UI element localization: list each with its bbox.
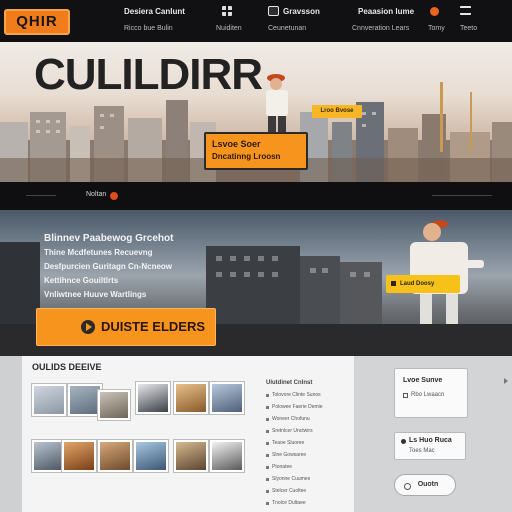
nav-link-3-sub: Ceunetunan bbox=[268, 25, 307, 32]
gallery-thumbnail[interactable] bbox=[98, 390, 130, 420]
banner-text-block: Blinnev Paabewog Grcehot Thine Mcdfetune… bbox=[44, 232, 220, 302]
nav-link-4-sub: Cnnveration Lears bbox=[352, 25, 410, 32]
list-item[interactable]: Slne Gowsaree bbox=[266, 452, 346, 458]
banner-tag-badge[interactable]: Laud Doosy bbox=[386, 275, 460, 293]
banner-line: Desfpurcien Guritagn Cn-Ncneow bbox=[44, 262, 173, 271]
nav-link-5-sub: Tomy bbox=[428, 25, 445, 32]
list-item-label: Slyonne Cuumee bbox=[272, 476, 311, 482]
bullet-icon bbox=[266, 441, 269, 445]
banner-line: Thine Mcdfetunes Recuevng bbox=[44, 248, 153, 257]
gallery-thumbnail[interactable] bbox=[98, 440, 132, 472]
gallery-title: OULIDS DEEIVE bbox=[32, 362, 102, 372]
hero-cta-line2: Dncatinng Lroosn bbox=[212, 151, 281, 161]
hero-tag-badge[interactable]: Lroo Bvose bbox=[312, 105, 362, 118]
checkbox-icon[interactable] bbox=[403, 393, 408, 398]
card-subtitle: Toes Mac bbox=[409, 448, 435, 454]
info-card[interactable]: Lvoe Sunve Rbo Lwaacn bbox=[394, 368, 468, 418]
section-divider-strip: Noltan bbox=[0, 182, 512, 210]
card-subtitle: Rbo Lwaacn bbox=[411, 392, 445, 398]
card-title: Lvoe Sunve bbox=[403, 377, 443, 384]
bullet-icon bbox=[266, 405, 269, 409]
gallery-list-heading: Ulutdinet Cnlnst bbox=[266, 380, 313, 386]
promo-banner: Blinnev Paabewog Grcehot Thine Mcdfetune… bbox=[0, 210, 512, 356]
hero-title: CULILDIRR bbox=[34, 50, 263, 99]
grid-icon[interactable] bbox=[222, 6, 232, 16]
banner-cta-label: DUISTE ELDERS bbox=[101, 319, 206, 334]
nav-link-6-sub: Teeto bbox=[460, 25, 478, 32]
card-title: Ls Huo Ruca bbox=[409, 437, 452, 444]
nav-link-1[interactable]: Desiera Canlunt bbox=[124, 7, 185, 16]
list-item[interactable]: Polowee Faerie Demie bbox=[266, 404, 346, 410]
divider-line bbox=[26, 195, 56, 196]
list-item[interactable]: Stelcer Cuoltee bbox=[266, 488, 346, 494]
hero-cta-button[interactable]: Lsvoe Soer Dncatinng Lroosn bbox=[204, 132, 308, 170]
gallery-thumbnail[interactable] bbox=[62, 440, 96, 472]
bullet-icon bbox=[266, 417, 269, 421]
orange-dot-icon[interactable] bbox=[430, 7, 439, 16]
nav-link-1-sub: Ricco bue Bulin bbox=[124, 25, 173, 32]
play-icon bbox=[81, 320, 95, 334]
list-item[interactable]: Tolovore Clinte Sunos bbox=[266, 392, 346, 398]
list-item-label: Polowee Faerie Demie bbox=[272, 404, 323, 410]
gallery-thumbnail[interactable] bbox=[134, 440, 168, 472]
list-item-label: Stelcer Cuoltee bbox=[272, 488, 307, 494]
list-item-label: Ptonatee bbox=[272, 464, 293, 470]
nav-link-3[interactable]: Gravsson bbox=[283, 7, 320, 16]
record-dot-icon bbox=[110, 192, 118, 200]
pill-button[interactable]: Ouotn bbox=[394, 474, 456, 496]
hero-section: CULILDIRR Lroo Bvose Lsvoe Soer Dncatinn… bbox=[0, 42, 512, 182]
bullet-icon bbox=[266, 489, 269, 493]
strip-label: Noltan bbox=[86, 191, 107, 198]
hero-cta-line1: Lsvoe Soer bbox=[212, 139, 261, 149]
gallery-thumbnail[interactable] bbox=[210, 382, 244, 414]
list-item[interactable]: Sretnlcer Unctwirs bbox=[266, 428, 346, 434]
divider-line bbox=[432, 195, 492, 196]
site-logo[interactable]: QHIR bbox=[4, 9, 70, 35]
list-item[interactable]: Ptonatee bbox=[266, 464, 346, 470]
list-item-label: Tolovore Clinte Sunos bbox=[272, 392, 321, 398]
menu-icon[interactable] bbox=[460, 6, 471, 15]
bullet-icon bbox=[401, 439, 406, 444]
list-item-label: Woneer Chofunu bbox=[272, 416, 310, 422]
gallery-thumbnail[interactable] bbox=[68, 384, 102, 416]
banner-cta-button[interactable]: DUISTE ELDERS bbox=[36, 308, 216, 346]
list-item[interactable]: Teaoe Sluoree bbox=[266, 440, 346, 446]
gallery-panel: OULIDS DEEIVE Ulutdinet Cnlnst Tolovore … bbox=[22, 356, 354, 512]
bullet-icon bbox=[266, 453, 269, 457]
gallery-thumbnail[interactable] bbox=[210, 440, 244, 472]
top-navigation-bar: QHIR Desiera Canlunt Ricco bue Bulin Nui… bbox=[0, 0, 512, 42]
gallery-thumbnail[interactable] bbox=[174, 382, 208, 414]
gallery-thumbnail[interactable] bbox=[32, 440, 66, 472]
bullet-icon bbox=[266, 429, 269, 433]
nav-link-4[interactable]: Peaasion lume bbox=[358, 7, 414, 16]
side-panel: Lvoe Sunve Rbo Lwaacn Ls Huo Ruca Toes M… bbox=[354, 356, 512, 512]
list-item-label: Teaoe Sluoree bbox=[272, 440, 305, 446]
bullet-icon bbox=[266, 465, 269, 469]
bullet-icon bbox=[266, 393, 269, 397]
bullet-icon bbox=[266, 477, 269, 481]
list-item-label: Slne Gowsaree bbox=[272, 452, 307, 458]
info-card[interactable]: Ls Huo Ruca Toes Mac bbox=[394, 432, 466, 460]
list-item[interactable]: Tnolce Dultaee bbox=[266, 500, 346, 506]
gallery-link-list: Ulutdinet Cnlnst Tolovore Clinte Sunos P… bbox=[266, 378, 346, 512]
banner-line: Kettihnce Gouiltlrts bbox=[44, 276, 119, 285]
gallery-thumbnail[interactable] bbox=[32, 384, 66, 416]
list-item[interactable]: Woneer Chofunu bbox=[266, 416, 346, 422]
banner-line: Vnliwtnee Huuve Wartlings bbox=[44, 290, 147, 299]
gallery-thumbnail[interactable] bbox=[136, 382, 170, 414]
square-icon[interactable] bbox=[268, 6, 279, 16]
banner-line: Blinnev Paabewog Grcehot bbox=[44, 233, 174, 244]
list-item-label: Sretnlcer Unctwirs bbox=[272, 428, 313, 434]
nav-link-2-sub: Nuiditen bbox=[216, 25, 242, 32]
list-item[interactable]: Slyonne Cuumee bbox=[266, 476, 346, 482]
chevron-right-icon[interactable] bbox=[504, 378, 508, 384]
gallery-thumbnail[interactable] bbox=[174, 440, 208, 472]
list-item-label: Tnolce Dultaee bbox=[272, 500, 306, 506]
bullet-icon bbox=[266, 501, 269, 505]
